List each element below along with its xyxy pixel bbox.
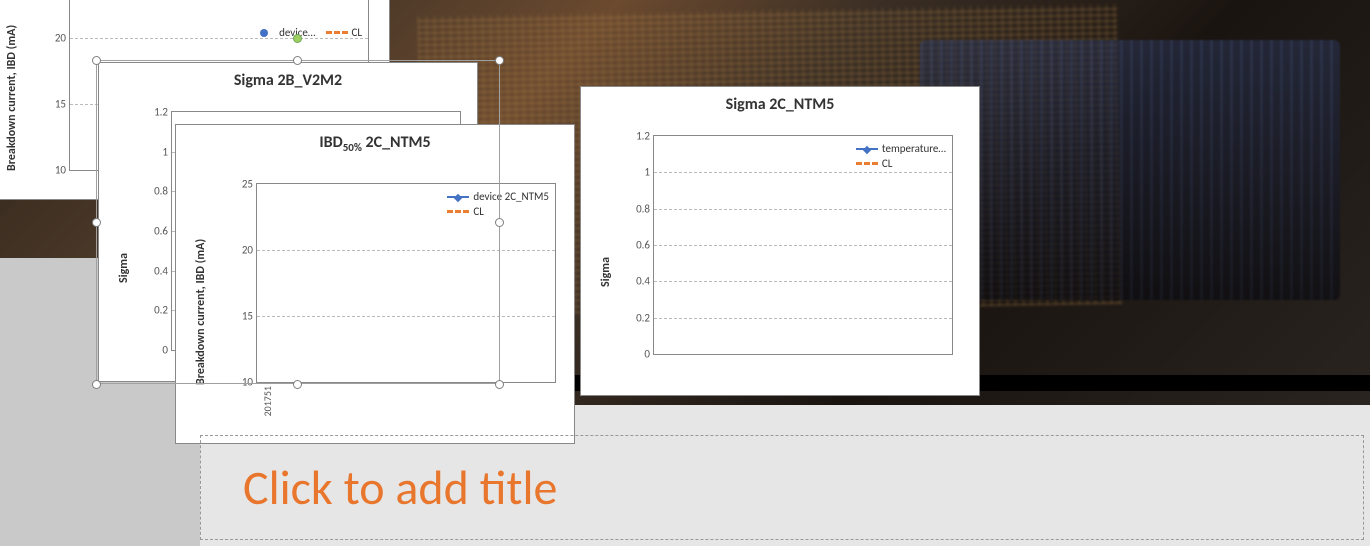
selection-handle[interactable]	[495, 218, 504, 227]
selection-handle[interactable]	[495, 380, 504, 389]
y-tick: 15	[242, 309, 253, 322]
chart-title: Sigma 2B_V2M2	[99, 63, 477, 94]
y-tick: 1	[644, 166, 650, 179]
y-tick: 0.6	[636, 239, 650, 252]
plot-area: 1.2 1 0.8 0.6 0.4 0.2 0 temperature… CL	[653, 135, 953, 355]
y-tick: 1.2	[154, 106, 168, 119]
y-tick: 10	[242, 376, 253, 389]
y-tick: 0.6	[154, 225, 168, 238]
chart-title: Sigma 2C_NTM5	[581, 87, 979, 118]
title-placeholder[interactable]: Click to add title	[200, 435, 1364, 540]
y-tick: 0	[644, 348, 650, 361]
y-tick: 20	[242, 243, 253, 256]
y-axis-label: Sigma	[117, 253, 131, 283]
y-tick: 0.8	[154, 185, 168, 198]
series-dash-icon	[447, 210, 469, 213]
series-line-icon	[447, 196, 469, 198]
y-tick: 25	[242, 178, 253, 191]
selection-handle[interactable]	[92, 218, 101, 227]
legend-label: CL	[352, 26, 363, 39]
y-tick: 10	[55, 164, 66, 177]
selection-handle[interactable]	[92, 56, 101, 65]
y-axis-label: Breakdown current, IBD (mA)	[5, 25, 19, 171]
rotation-handle-icon[interactable]	[293, 34, 302, 43]
chart-legend: temperature… CL	[856, 142, 946, 172]
y-tick: 0.4	[636, 275, 650, 288]
selection-handle[interactable]	[92, 380, 101, 389]
y-tick: 15	[55, 97, 66, 110]
selection-handle[interactable]	[293, 56, 302, 65]
chart-legend: device 2C_NTM5 CL	[447, 190, 549, 220]
legend-label: device 2C_NTM5	[473, 190, 549, 203]
series-dash-icon	[856, 162, 878, 165]
y-tick: 1.2	[636, 130, 650, 143]
series-line-icon	[856, 148, 878, 150]
chart-sigma-2c-ntm5[interactable]: Sigma 2C_NTM5 Sigma 1.2 1 0.8 0.6 0.4 0.…	[580, 86, 980, 396]
y-tick: 0.2	[154, 304, 168, 317]
chart-legend: device… CL	[253, 26, 362, 41]
selection-handle[interactable]	[293, 380, 302, 389]
y-tick: 1	[162, 145, 168, 158]
legend-label: temperature…	[882, 142, 946, 155]
y-tick: 0.8	[636, 202, 650, 215]
y-tick: 0.4	[154, 264, 168, 277]
y-tick: 0.2	[636, 311, 650, 324]
y-tick: 0	[162, 344, 168, 357]
legend-label: CL	[882, 157, 893, 170]
y-tick: 20	[55, 31, 66, 44]
y-axis-label: Sigma	[599, 257, 613, 287]
y-axis-label: Breakdown current, IBD (mA)	[194, 239, 208, 385]
chart-title: IBD50% 2C_NTM5	[176, 125, 574, 158]
x-tick: 201751	[261, 386, 274, 416]
chart-ibd-2c-ntm5[interactable]: IBD50% 2C_NTM5 Breakdown current, IBD (m…	[175, 124, 575, 444]
plot-area: 25 20 15 10 201751 device 2C_NTM5 CL	[256, 183, 556, 383]
series-dot-icon	[260, 29, 268, 37]
legend-label: CL	[473, 205, 484, 218]
series-dash-icon	[326, 31, 348, 34]
title-placeholder-text: Click to add title	[243, 458, 557, 517]
selection-handle[interactable]	[495, 56, 504, 65]
